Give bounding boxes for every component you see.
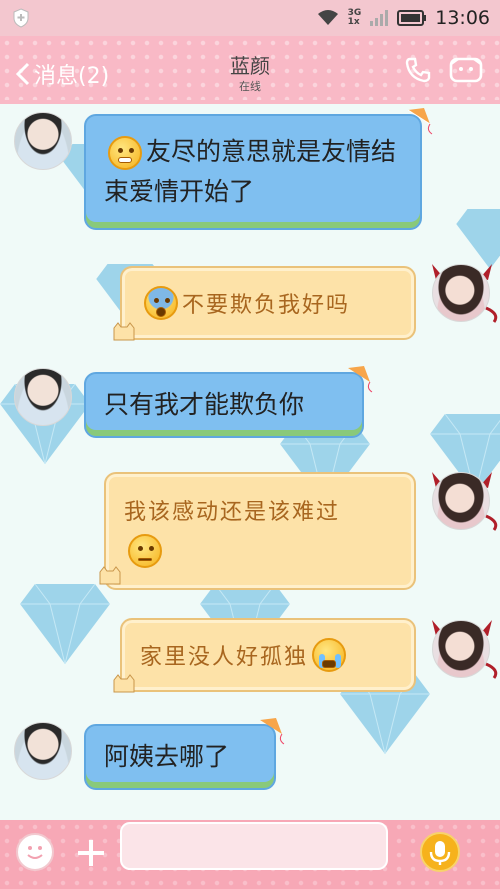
microphone-icon [429,841,451,865]
chat-area[interactable]: 友尽的意思就是友情结束爱情开始了 不要欺负我好吗 只有我才能欺负你 我该感动还是… [0,104,500,820]
unamused-emoji-icon [128,534,162,568]
message-bubble-sent[interactable]: 我该感动还是该难过 [104,472,416,590]
cat-sticker-icon [113,322,135,341]
battery-icon [397,10,427,26]
message-text: 不要欺负我好吗 [182,293,351,318]
wifi-icon [317,10,338,25]
cat-sticker-icon [99,566,121,585]
my-avatar[interactable] [432,620,490,678]
contact-profile-icon[interactable] [448,54,484,86]
network-indicator: 3G 1x [348,9,362,27]
message-text: 只有我才能欺负你 [104,390,305,419]
clock: 13:06 [435,7,490,29]
shield-icon [13,8,29,28]
diamond-decoration [20,584,110,664]
my-avatar[interactable] [432,472,490,530]
cat-sticker-icon [113,674,135,693]
message-bubble-sent[interactable]: 不要欺负我好吗 [120,266,416,340]
contact-avatar[interactable] [14,112,72,170]
message-input[interactable] [120,822,388,870]
signal-icon [370,10,389,26]
emoji-button[interactable] [16,833,54,871]
grinning-emoji-icon [108,136,142,170]
smiley-icon [27,846,43,859]
message-text: 家里没人好孤独 [140,645,309,670]
message-bubble-received[interactable]: 阿姨去哪了 [84,724,276,790]
message-text: 我该感动还是该难过 [124,500,341,525]
status-bar: 3G 1x 13:06 [0,0,500,36]
fearful-emoji-icon [144,286,178,320]
message-text: 友尽的意思就是友情结束爱情开始了 [104,137,397,206]
message-text: 阿姨去哪了 [104,742,230,771]
message-bubble-sent[interactable]: 家里没人好孤独 [120,618,416,692]
my-avatar[interactable] [432,264,490,322]
message-bubble-received[interactable]: 只有我才能欺负你 [84,372,364,438]
contact-avatar[interactable] [14,722,72,780]
kite-icon [348,366,373,393]
add-attachment-button[interactable] [72,834,110,872]
crying-emoji-icon [312,638,347,672]
voice-button[interactable] [420,832,460,872]
network-type-bottom: 1x [347,17,360,27]
contact-avatar[interactable] [14,368,72,426]
kite-icon [407,108,433,135]
kite-icon [260,718,285,745]
phone-icon[interactable] [404,56,432,84]
message-bubble-received[interactable]: 友尽的意思就是友情结束爱情开始了 [84,114,422,230]
chat-header: 消息(2) 蓝颜 在线 [0,36,500,104]
plus-icon [78,840,104,866]
